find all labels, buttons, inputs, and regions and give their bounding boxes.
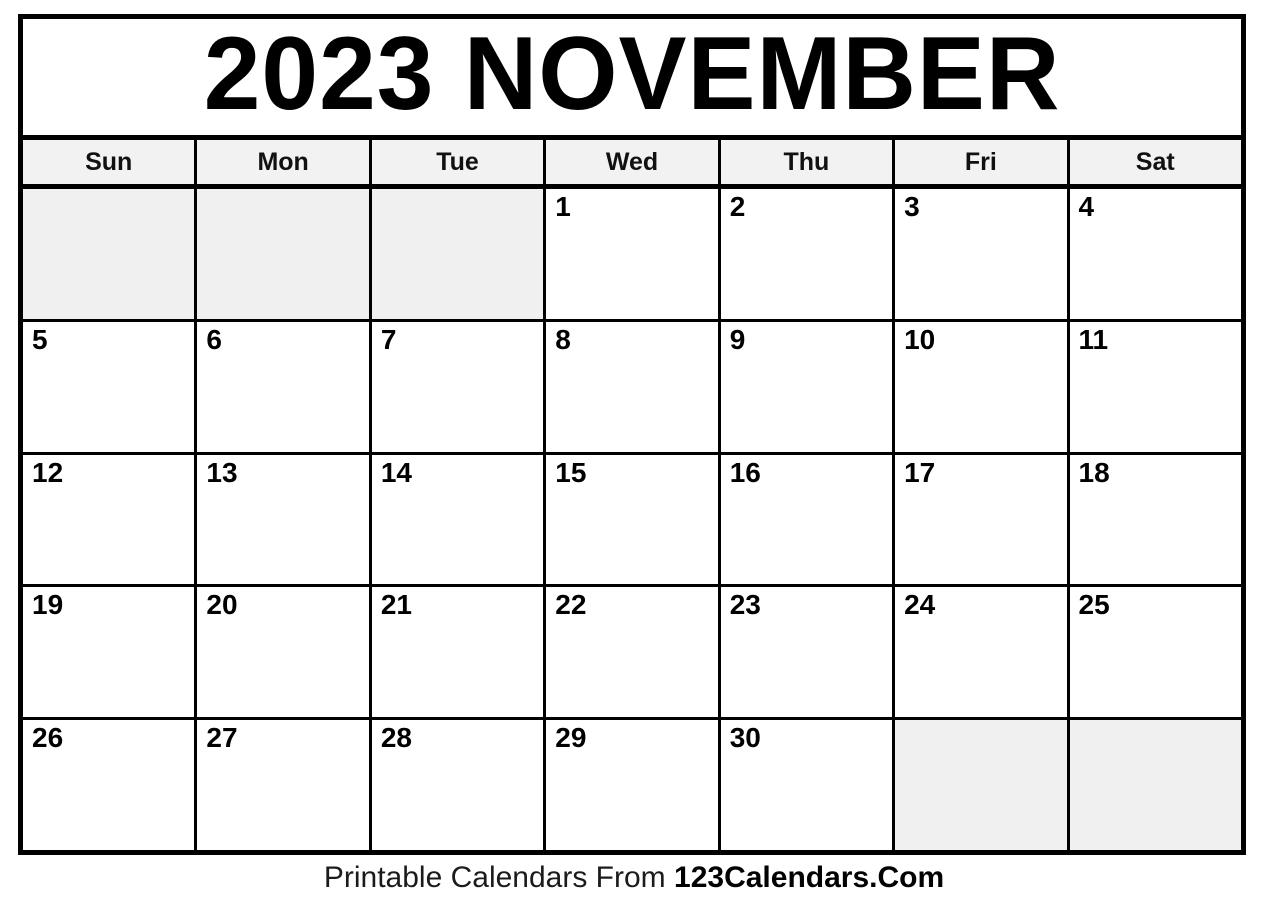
weekday-header-mon: Mon <box>197 140 372 184</box>
day-number: 7 <box>380 323 397 355</box>
day-cell[interactable]: 26 <box>23 720 198 850</box>
day-number: 18 <box>1078 456 1110 488</box>
day-number: 14 <box>380 456 412 488</box>
day-number: 8 <box>555 323 571 355</box>
day-number: 5 <box>32 323 48 355</box>
day-cell[interactable]: 13 <box>197 454 372 585</box>
weekday-header-tue: Tue <box>371 140 547 184</box>
day-number: 26 <box>32 722 64 754</box>
day-cell[interactable]: 5 <box>23 321 198 452</box>
day-number: 3 <box>904 191 920 222</box>
weekday-label: Thu <box>783 147 830 176</box>
weekday-header-sat: Sat <box>1069 140 1241 184</box>
day-cell[interactable]: 1 <box>546 189 721 319</box>
day-cell[interactable]: 14 <box>371 454 547 585</box>
day-cell[interactable]: 9 <box>720 321 896 452</box>
day-cell[interactable]: 2 <box>720 189 896 319</box>
weekday-label: Fri <box>964 147 997 176</box>
day-number: 15 <box>555 456 587 488</box>
day-number: 24 <box>904 589 936 621</box>
page-title: 2023 NOVEMBER <box>203 19 1061 132</box>
day-cell[interactable]: 24 <box>895 587 1070 718</box>
day-cell[interactable]: 27 <box>197 720 372 850</box>
day-cell[interactable]: 6 <box>197 321 372 452</box>
week-row: 12 13 14 15 16 17 18 <box>23 454 1241 588</box>
day-cell[interactable] <box>371 189 547 319</box>
day-number: 20 <box>206 589 238 621</box>
day-cell[interactable]: 10 <box>895 321 1070 452</box>
footer-brand-link[interactable]: 123Calendars.Com <box>674 861 944 894</box>
day-cell[interactable]: 30 <box>720 720 896 850</box>
day-cell[interactable]: 4 <box>1069 189 1241 319</box>
day-number: 11 <box>1078 323 1109 355</box>
day-cell[interactable]: 8 <box>546 321 721 452</box>
day-number: 22 <box>555 589 587 621</box>
weekday-header-fri: Fri <box>895 140 1070 184</box>
day-cell[interactable]: 7 <box>371 321 547 452</box>
calendar-title-band: 2023 NOVEMBER <box>23 19 1241 140</box>
day-cell[interactable] <box>197 189 372 319</box>
day-number: 6 <box>206 323 222 355</box>
day-cell[interactable]: 3 <box>895 189 1070 319</box>
day-number: 16 <box>729 456 761 488</box>
weekday-header-thu: Thu <box>720 140 896 184</box>
day-cell[interactable]: 25 <box>1069 587 1241 718</box>
calendar-table: 2023 NOVEMBER Sun Mon Tue Wed Thu Fri Sa… <box>18 14 1246 855</box>
day-number: 2 <box>729 191 746 222</box>
calendar-weeks: 1 2 3 4 5 6 7 8 9 10 11 12 13 14 15 16 1… <box>23 189 1241 850</box>
weekday-label: Sat <box>1135 147 1175 176</box>
day-number: 27 <box>206 722 238 754</box>
day-number: 13 <box>206 456 238 488</box>
day-cell[interactable] <box>1069 720 1241 850</box>
day-cell[interactable]: 21 <box>371 587 547 718</box>
weekday-header-sun: Sun <box>23 140 198 184</box>
footer-text: Printable Calendars From <box>323 861 675 894</box>
day-number: 23 <box>729 589 761 621</box>
week-row: 1 2 3 4 <box>23 189 1241 322</box>
weekday-header-wed: Wed <box>546 140 721 184</box>
day-cell[interactable]: 19 <box>23 587 198 718</box>
calendar-page: 2023 NOVEMBER Sun Mon Tue Wed Thu Fri Sa… <box>0 0 1268 908</box>
day-cell[interactable]: 11 <box>1069 321 1241 452</box>
week-row: 26 27 28 29 30 <box>23 720 1241 850</box>
day-cell[interactable]: 18 <box>1069 454 1241 585</box>
day-cell[interactable]: 17 <box>895 454 1070 585</box>
day-cell[interactable]: 23 <box>720 587 896 718</box>
day-number: 17 <box>904 456 936 488</box>
day-number: 25 <box>1078 589 1110 621</box>
day-cell[interactable]: 20 <box>197 587 372 718</box>
day-cell[interactable] <box>23 189 198 319</box>
day-number: 30 <box>729 722 761 754</box>
weekday-label: Sun <box>85 147 133 176</box>
weekday-label: Tue <box>436 147 479 176</box>
day-cell[interactable]: 15 <box>546 454 721 585</box>
day-number: 1 <box>555 191 571 222</box>
week-row: 19 20 21 22 23 24 25 <box>23 587 1241 721</box>
day-cell[interactable]: 28 <box>371 720 547 850</box>
day-number: 21 <box>380 589 412 621</box>
footer-attribution: Printable Calendars From 123Calendars.Co… <box>0 861 1268 895</box>
day-number: 29 <box>555 722 587 754</box>
weekday-label: Mon <box>257 147 309 176</box>
day-number: 9 <box>729 323 746 355</box>
day-cell[interactable]: 16 <box>720 454 896 585</box>
day-number: 28 <box>380 722 412 754</box>
weekday-header-row: Sun Mon Tue Wed Thu Fri Sat <box>23 140 1241 189</box>
day-cell[interactable]: 12 <box>23 454 198 585</box>
day-number: 19 <box>32 589 64 621</box>
day-cell[interactable] <box>895 720 1070 850</box>
week-row: 5 6 7 8 9 10 11 <box>23 321 1241 455</box>
day-number: 4 <box>1078 191 1095 222</box>
day-number: 12 <box>32 456 64 488</box>
day-cell[interactable]: 22 <box>546 587 721 718</box>
weekday-label: Wed <box>605 147 659 176</box>
day-number: 10 <box>904 323 936 355</box>
day-cell[interactable]: 29 <box>546 720 721 850</box>
